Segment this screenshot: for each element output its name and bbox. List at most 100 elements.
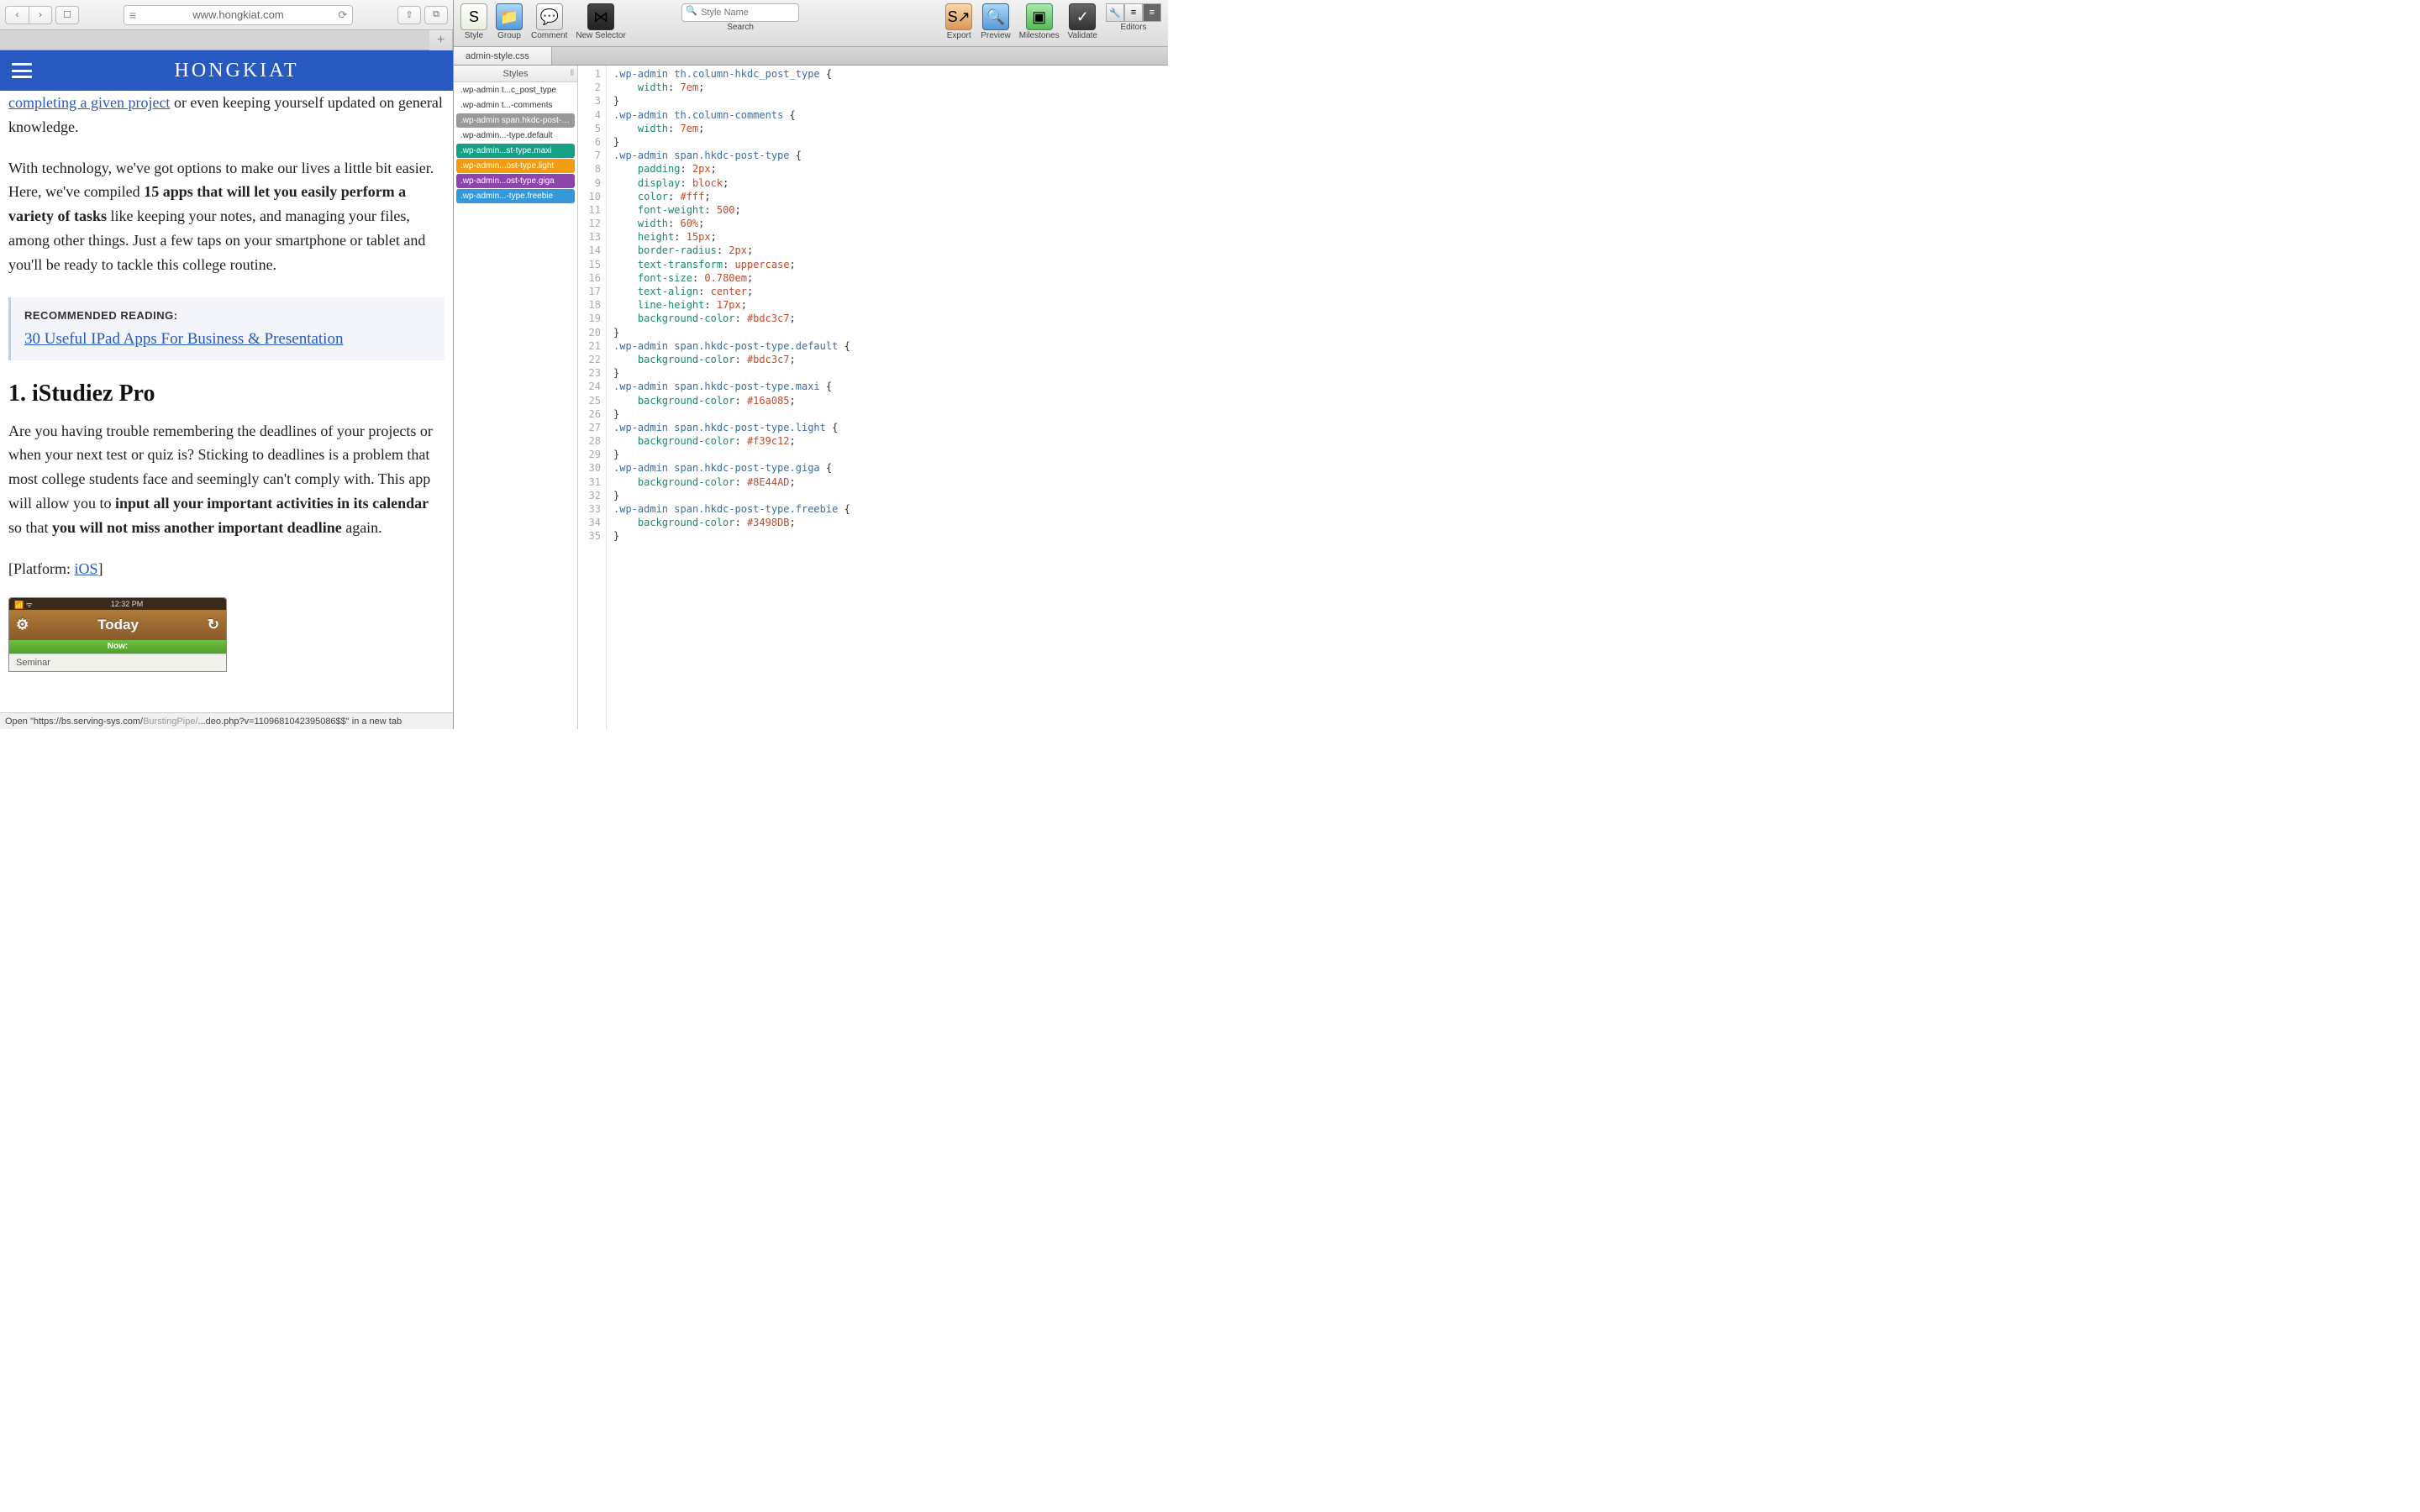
new-selector-button[interactable]: ⋈ New Selector [576,3,625,40]
styles-sidebar: Styles .wp-admin t...c_post_type.wp-admi… [454,66,578,729]
code-line[interactable]: width: 60%; [613,217,1168,230]
line-number: 15 [578,258,601,271]
line-number: 35 [578,529,601,543]
code-line[interactable]: width: 7em; [613,81,1168,94]
hongkiat-logo[interactable]: HONGKIAT [32,60,441,82]
code-line[interactable]: background-color: #3498DB; [613,516,1168,529]
code-line[interactable]: border-radius: 2px; [613,244,1168,257]
code-content[interactable]: .wp-admin th.column-hkdc_post_type { wid… [607,66,1168,729]
code-line[interactable]: background-color: #f39c12; [613,434,1168,448]
platform-link[interactable]: iOS [75,560,98,577]
recommended-link[interactable]: 30 Useful IPad Apps For Business & Prese… [24,330,343,348]
line-number: 19 [578,312,601,325]
code-line[interactable]: padding: 2px; [613,162,1168,176]
istudiez-statusbar: 📶 ᯤ 12:32 PM [9,598,226,610]
comment-icon: 💬 [536,3,563,30]
style-list-item[interactable]: .wp-admin t...c_post_type [456,83,575,97]
code-line[interactable]: .wp-admin span.hkdc-post-type.giga { [613,461,1168,475]
line-number: 3 [578,94,601,108]
recommended-reading-box: RECOMMENDED READING: 30 Useful IPad Apps… [8,297,445,360]
style-list-item[interactable]: .wp-admin span.hkdc-post-type [456,113,575,128]
code-line[interactable]: line-height: 17px; [613,298,1168,312]
code-line[interactable]: .wp-admin span.hkdc-post-type.default { [613,339,1168,353]
line-gutter: 1234567891011121314151617181920212223242… [578,66,607,729]
style-list-item[interactable]: .wp-admin t...-comments [456,98,575,113]
line-number: 18 [578,298,601,312]
validate-button[interactable]: ✓ Validate [1068,3,1097,40]
code-line[interactable]: text-align: center; [613,285,1168,298]
code-line[interactable]: .wp-admin th.column-comments { [613,108,1168,122]
istudiez-topbar: ⚙ Today ↻ [9,610,226,640]
code-line[interactable]: background-color: #bdc3c7; [613,353,1168,366]
code-line[interactable]: font-size: 0.780em; [613,271,1168,285]
code-line[interactable]: text-transform: uppercase; [613,258,1168,271]
styles-header: Styles [454,66,577,82]
nav-buttons: ‹ › [5,6,52,24]
style-list-item[interactable]: .wp-admin...ost-type.giga [456,174,575,188]
code-line[interactable]: height: 15px; [613,230,1168,244]
code-line[interactable]: display: block; [613,176,1168,190]
sidebar-toggle-button[interactable]: ☐ [55,6,79,24]
code-line[interactable]: .wp-admin span.hkdc-post-type.maxi { [613,380,1168,393]
forward-button[interactable]: › [29,6,52,24]
search-input[interactable] [681,3,799,22]
search-tool: Search [681,3,799,32]
code-line[interactable]: .wp-admin span.hkdc-post-type.light { [613,421,1168,434]
safari-toolbar: ‹ › ☐ ≡ www.hongkiat.com ⟳ ⇧ ⧉ [0,0,453,30]
style-list-item[interactable]: .wp-admin...-type.default [456,129,575,143]
code-line[interactable]: } [613,135,1168,149]
group-button[interactable]: 📁 Group [496,3,523,40]
gear-icon: ⚙ [16,617,29,633]
code-line[interactable]: } [613,489,1168,502]
code-line[interactable]: } [613,94,1168,108]
code-line[interactable]: background-color: #bdc3c7; [613,312,1168,325]
reader-icon[interactable]: ≡ [129,8,136,22]
file-tab[interactable]: admin-style.css [454,47,552,65]
style-list-item[interactable]: .wp-admin...st-type.maxi [456,144,575,158]
code-line[interactable]: } [613,326,1168,339]
style-button[interactable]: S Style [460,3,487,40]
group-icon: 📁 [496,3,523,30]
address-bar[interactable]: ≡ www.hongkiat.com ⟳ [124,5,354,25]
istudiez-title: Today [97,617,139,633]
tabs-button[interactable]: ⧉ [424,6,448,24]
code-editor[interactable]: 1234567891011121314151617181920212223242… [578,66,1168,729]
istudiez-screenshot: 📶 ᯤ 12:32 PM ⚙ Today ↻ Now: Seminar [8,597,227,672]
code-line[interactable]: } [613,529,1168,543]
code-line[interactable]: width: 7em; [613,122,1168,135]
share-button[interactable]: ⇧ [397,6,421,24]
article-link[interactable]: completing a given project [8,94,170,111]
code-line[interactable]: background-color: #8E44AD; [613,475,1168,489]
code-line[interactable]: .wp-admin span.hkdc-post-type { [613,149,1168,162]
milestones-button[interactable]: ▣ Milestones [1019,3,1060,40]
export-button[interactable]: S↗ Export [945,3,972,40]
reload-icon[interactable]: ⟳ [338,8,347,22]
style-list-item[interactable]: .wp-admin...ost-type.light [456,159,575,173]
code-line[interactable]: .wp-admin th.column-hkdc_post_type { [613,67,1168,81]
editors-icon: 🔧≡≡ [1106,3,1161,22]
code-line[interactable]: } [613,366,1168,380]
line-number: 33 [578,502,601,516]
preview-button[interactable]: 🔍 Preview [981,3,1011,40]
url-text: www.hongkiat.com [192,8,283,21]
code-line[interactable]: } [613,448,1168,461]
styles-list: .wp-admin t...c_post_type.wp-admin t...-… [454,82,577,204]
code-line[interactable]: .wp-admin span.hkdc-post-type.freebie { [613,502,1168,516]
comment-button[interactable]: 💬 Comment [531,3,567,40]
code-line[interactable]: } [613,407,1168,421]
back-button[interactable]: ‹ [5,6,29,24]
editors-button[interactable]: 🔧≡≡ Editors [1106,3,1161,32]
code-line[interactable]: background-color: #16a085; [613,394,1168,407]
line-number: 10 [578,190,601,203]
menu-icon[interactable] [12,63,32,78]
new-tab-button[interactable]: + [429,30,453,50]
style-list-item[interactable]: .wp-admin...-type.freebie [456,189,575,203]
browser-status-bar: Open "https://bs.serving-sys.com/Burstin… [0,712,453,729]
code-line[interactable]: color: #fff; [613,190,1168,203]
section-heading: 1. iStudiez Pro [8,381,445,407]
article-paragraph: Are you having trouble remembering the d… [8,419,445,540]
article-paragraph: With technology, we've got options to ma… [8,156,445,277]
code-line[interactable]: font-weight: 500; [613,203,1168,217]
article-paragraph: completing a given project or even keepi… [8,91,445,139]
article-body[interactable]: completing a given project or even keepi… [0,91,453,729]
